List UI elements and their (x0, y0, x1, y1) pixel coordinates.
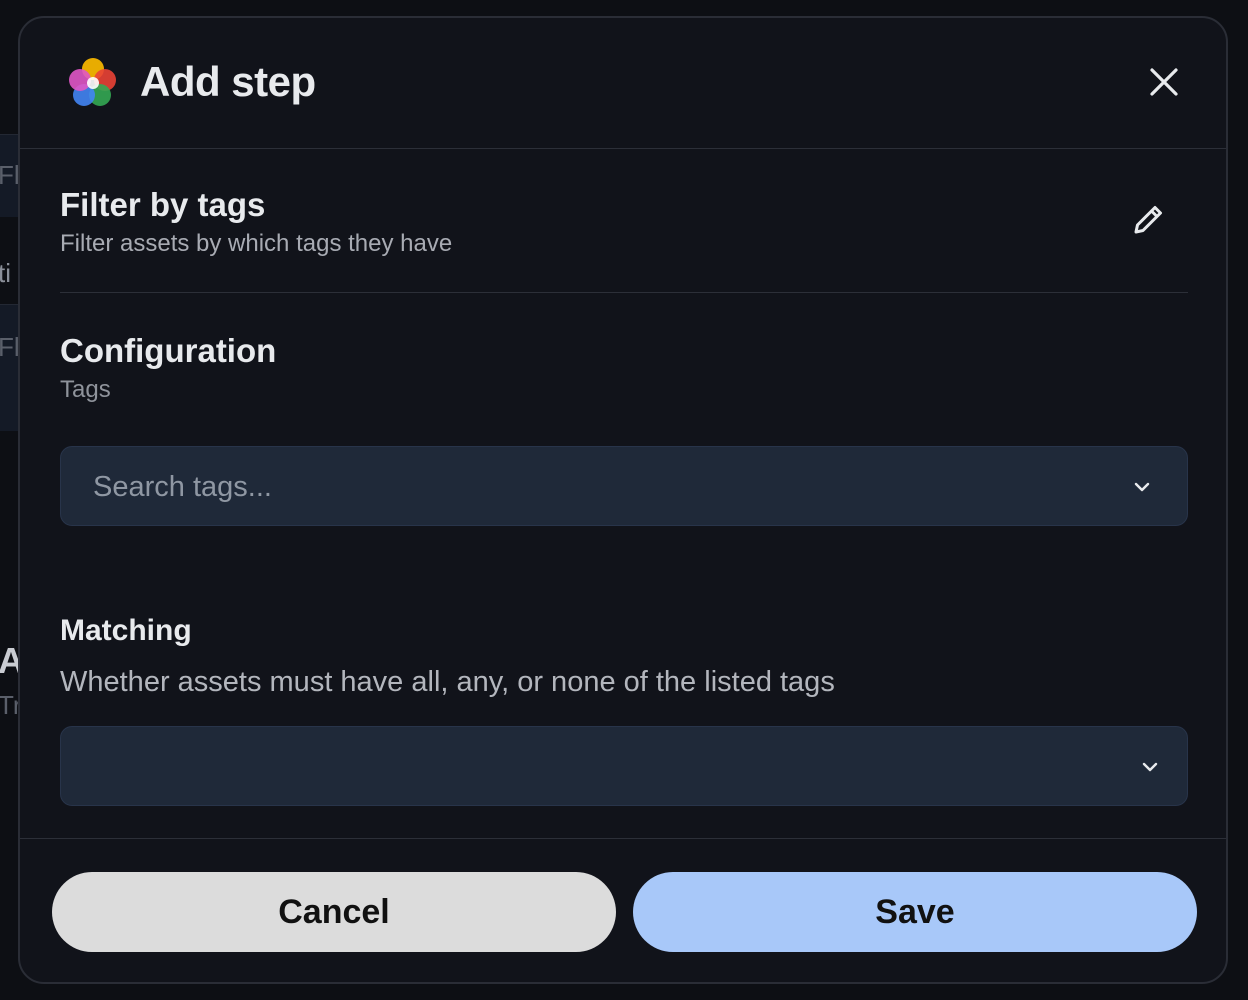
background-text: Fl (0, 160, 20, 190)
dialog-header: Add step (20, 18, 1226, 149)
search-tags-input[interactable] (91, 447, 995, 527)
step-name: Filter by tags (60, 186, 266, 223)
matching-title: Matching (60, 614, 192, 647)
dialog-title: Add step (140, 58, 316, 105)
pencil-icon[interactable] (1128, 200, 1168, 240)
tags-select[interactable] (60, 446, 1188, 527)
add-step-dialog: Add step Filter by tags Filter assets by… (18, 16, 1228, 984)
chevron-down-icon[interactable] (1139, 756, 1161, 778)
footer-divider (20, 838, 1226, 839)
matching-select[interactable] (60, 726, 1188, 806)
cancel-button[interactable]: Cancel (52, 872, 616, 952)
matching-description: Whether assets must have all, any, or no… (60, 666, 835, 698)
section-divider (60, 292, 1188, 293)
tags-field-label: Tags (60, 376, 111, 403)
save-button[interactable]: Save (633, 872, 1197, 952)
close-icon[interactable] (1146, 64, 1182, 100)
background-text: ti (0, 258, 11, 288)
step-description: Filter assets by which tags they have (60, 230, 453, 257)
pinwheel-logo-icon (69, 58, 116, 106)
background-text: Fl (0, 332, 20, 362)
chevron-down-icon[interactable] (1131, 476, 1153, 498)
configuration-title: Configuration (60, 332, 277, 369)
